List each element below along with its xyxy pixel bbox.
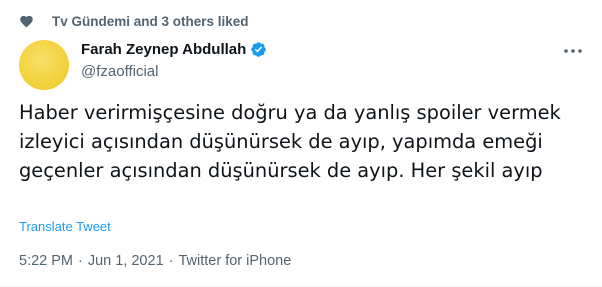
social-context: Tv Gündemi and 3 others liked	[16, 11, 249, 31]
meta-separator: ·	[168, 253, 174, 269]
author-handle[interactable]: @fzaofficial	[81, 63, 158, 80]
translate-tweet-link[interactable]: Translate Tweet	[19, 219, 111, 234]
author-name-row: Farah Zeynep Abdullah	[81, 41, 267, 58]
tweet-time[interactable]: 5:22 PM	[19, 253, 73, 269]
author-display-name[interactable]: Farah Zeynep Abdullah	[81, 41, 246, 58]
tweet-meta: 5:22 PM · Jun 1, 2021 · Twitter for iPho…	[19, 253, 291, 269]
tweet-date[interactable]: Jun 1, 2021	[88, 253, 164, 269]
social-context-text[interactable]: Tv Gündemi and 3 others liked	[52, 14, 249, 29]
tweet-card[interactable]: Tv Gündemi and 3 others liked Farah Zeyn…	[0, 0, 602, 287]
tweet-text: Haber verirmişçesine doğru ya da yanlış …	[19, 101, 561, 182]
verified-badge-icon	[250, 41, 267, 58]
more-options-icon[interactable]	[562, 42, 584, 60]
meta-separator: ·	[78, 253, 83, 269]
heart-icon	[16, 11, 44, 31]
tweet-source[interactable]: Twitter for iPhone	[178, 253, 291, 269]
avatar[interactable]	[19, 40, 69, 90]
